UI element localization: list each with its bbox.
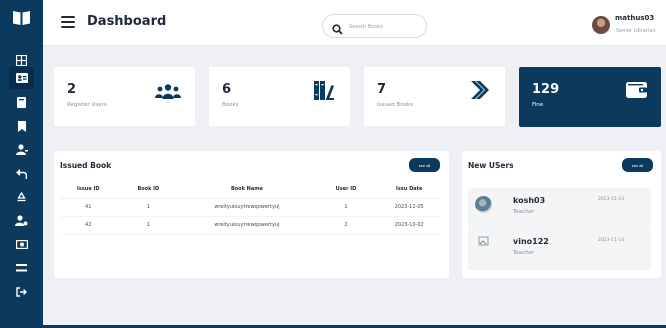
open-book-logo-icon (12, 10, 31, 26)
logout-icon (16, 286, 27, 297)
stat-label: Register Users (67, 102, 107, 108)
sidebar-item-fines[interactable] (13, 236, 30, 253)
sidebar-item-user-settings[interactable] (13, 212, 30, 229)
user-gear-icon (15, 215, 28, 226)
column-header: Book ID (116, 180, 181, 199)
book-shelf-icon (314, 81, 334, 104)
top-header: Dashboard mathus03 Senior Librarian (43, 0, 666, 46)
table-header-row: Issue ID Book ID Book Name User ID Issu … (60, 180, 440, 199)
stat-value: 6 (222, 82, 232, 97)
table-cell: 2023-12-05 (378, 198, 440, 217)
table-cell: 2 (313, 216, 379, 235)
see-all-users-button[interactable]: see all (622, 158, 653, 172)
stat-card-register-users[interactable]: 2 Register Users (54, 67, 195, 126)
user-hand-icon (15, 144, 28, 155)
table-cell: wreltyuiouytrewqowertyuj (180, 198, 314, 217)
table-cell: 1 (116, 198, 181, 217)
user-avatar[interactable] (592, 16, 610, 34)
issued-book-table: Issue ID Book ID Book Name User ID Issu … (60, 180, 440, 235)
sidebar-item-list[interactable] (13, 259, 30, 276)
stat-label: Books (222, 102, 239, 108)
table-cell: 1 (313, 198, 379, 217)
table-row[interactable]: 42 1 wreltyuiouytrewqowertyuj 2 2023-10-… (60, 216, 440, 235)
search-input[interactable] (349, 19, 421, 34)
stat-card-issued-books[interactable]: 7 Issued Books (364, 67, 505, 126)
new-user-role: Teacher (513, 250, 535, 256)
list-icon (16, 263, 27, 272)
new-user-date: 2023-11-14 (598, 238, 625, 243)
new-user-item[interactable]: kosh03 Teacher 2023-11-14 (468, 188, 651, 229)
panel-title: New USers (468, 161, 514, 170)
broken-image-icon (478, 235, 492, 249)
recycle-icon (16, 192, 27, 203)
new-user-name: kosh03 (513, 196, 546, 205)
new-user-name: vino122 (513, 237, 549, 246)
sidebar (0, 0, 43, 328)
grid-icon (16, 55, 27, 66)
money-icon (15, 240, 28, 249)
sidebar-item-members[interactable] (9, 67, 34, 89)
book-icon (17, 97, 26, 108)
sidebar-item-books[interactable] (13, 94, 30, 111)
table-cell: wreltyuiouytrewqowertyuj (180, 216, 314, 235)
sidebar-item-logout[interactable] (13, 283, 30, 300)
stat-label: Issued Books (377, 102, 414, 108)
user-role: Senior Librarian (616, 28, 656, 34)
table-row[interactable]: 41 1 wreltyuiouytrewqowertyuj 1 2023-12-… (60, 198, 440, 217)
search-icon[interactable] (332, 20, 343, 39)
new-user-date: 2023-11-14 (598, 197, 625, 202)
table-cell: 2023-10-02 (378, 216, 440, 235)
issued-book-panel: Issued Book see all Issue ID Book ID Boo… (54, 151, 449, 278)
sidebar-item-bookmarks[interactable] (13, 118, 30, 135)
sidebar-item-recycle[interactable] (13, 189, 30, 206)
id-card-icon (15, 73, 28, 83)
double-chevron-icon (471, 81, 491, 103)
stat-card-fine[interactable]: 129 Fine (519, 67, 661, 127)
panel-title: Issued Book (60, 161, 112, 170)
stat-label: Fine (532, 102, 544, 108)
sidebar-item-issue[interactable] (13, 141, 30, 158)
new-user-role: Teacher (513, 209, 535, 215)
stat-value: 7 (377, 82, 387, 97)
table-cell: 41 (60, 198, 117, 217)
new-users-panel: New USers see all kosh03 Teacher 2023-11… (462, 151, 661, 278)
users-icon (155, 84, 181, 104)
see-all-issued-button[interactable]: see all (409, 158, 440, 172)
stat-card-books[interactable]: 6 Books (209, 67, 350, 126)
column-header: Issu Date (378, 180, 440, 199)
new-user-item[interactable]: vino122 Teacher 2023-11-14 (468, 229, 651, 270)
sidebar-item-return[interactable] (13, 165, 30, 182)
column-header: Book Name (180, 180, 314, 199)
wallet-icon (626, 82, 647, 102)
page-title: Dashboard (87, 14, 167, 29)
bookmark-icon (17, 121, 26, 132)
column-header: User ID (313, 180, 379, 199)
stat-value: 129 (532, 82, 560, 97)
search-box[interactable] (322, 14, 427, 38)
user-avatar (475, 196, 492, 213)
column-header: Issue ID (60, 180, 117, 199)
return-arrow-icon (16, 168, 27, 179)
stat-value: 2 (67, 82, 77, 97)
hamburger-menu-icon[interactable] (61, 16, 75, 28)
table-cell: 1 (116, 216, 181, 235)
table-cell: 42 (60, 216, 117, 235)
user-name: mathus03 (615, 14, 655, 22)
